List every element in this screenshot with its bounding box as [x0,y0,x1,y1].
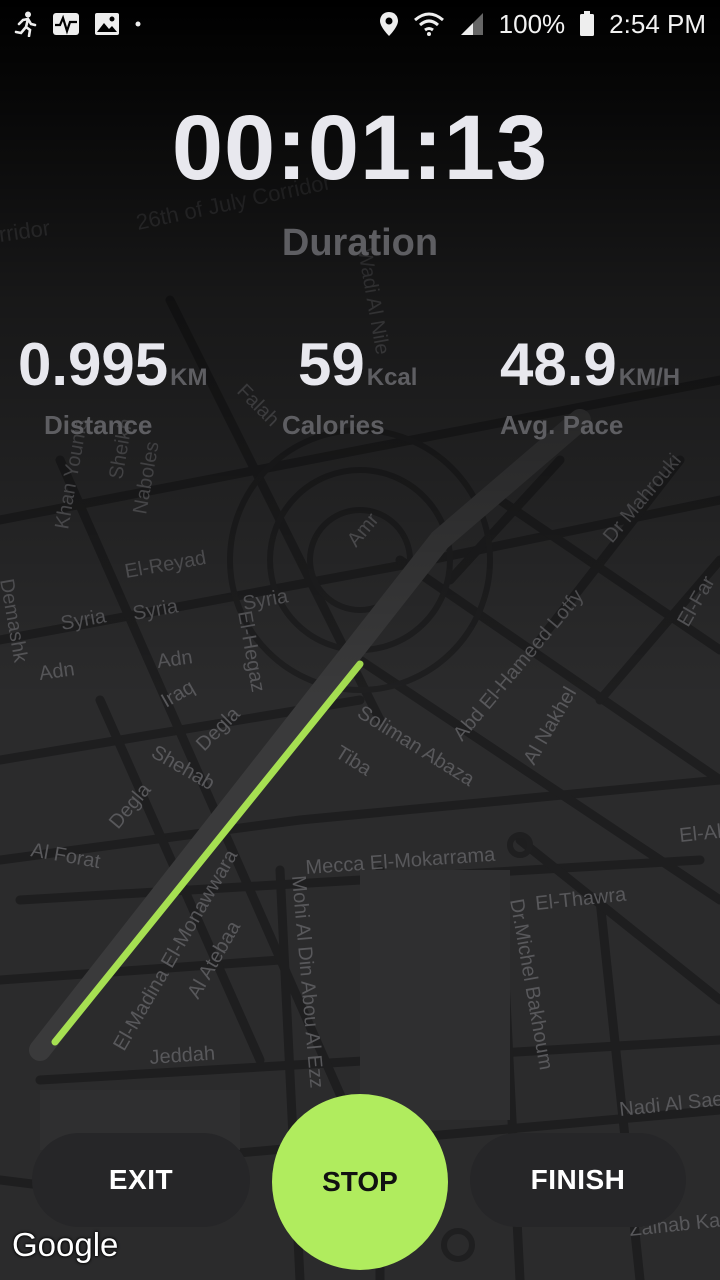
calories-value: 59 [298,331,365,398]
status-bar: 100% 2:54 PM [0,0,720,48]
pace-unit: KM/H [618,364,681,391]
signal-icon [459,12,485,36]
calories-label: Calories [282,410,385,440]
pace-value: 48.9 [500,331,617,398]
pace-label: Avg. Pace [500,410,624,440]
svg-text:El-Al: El-Al [678,821,720,847]
duration-label: Duration [281,222,439,264]
distance-label: Distance [44,410,153,440]
location-icon [379,11,399,37]
battery-icon [579,11,595,37]
google-attribution: Google [12,1226,119,1263]
dot-icon [134,20,142,28]
running-icon [14,11,38,37]
exit-button[interactable]: EXIT [32,1133,250,1227]
stop-button[interactable]: STOP [272,1094,448,1270]
distance-value: 0.995 [18,331,169,398]
image-icon [94,12,120,36]
activity-icon [52,12,80,36]
duration-value: 00:01:13 [171,97,549,199]
calories-stat: 59Kcal Calories [282,330,418,440]
svg-text:Jeddah: Jeddah [149,1042,216,1069]
battery-percent: 100% [498,8,566,39]
calories-unit: Kcal [366,364,418,391]
distance-stat: 0.995KM Distance [18,330,208,440]
clock: 2:54 PM [609,8,706,39]
pace-stat: 48.9KM/H Avg. Pace [500,330,681,440]
finish-button[interactable]: FINISH [470,1133,686,1227]
distance-unit: KM [170,364,208,391]
wifi-icon [413,12,445,36]
